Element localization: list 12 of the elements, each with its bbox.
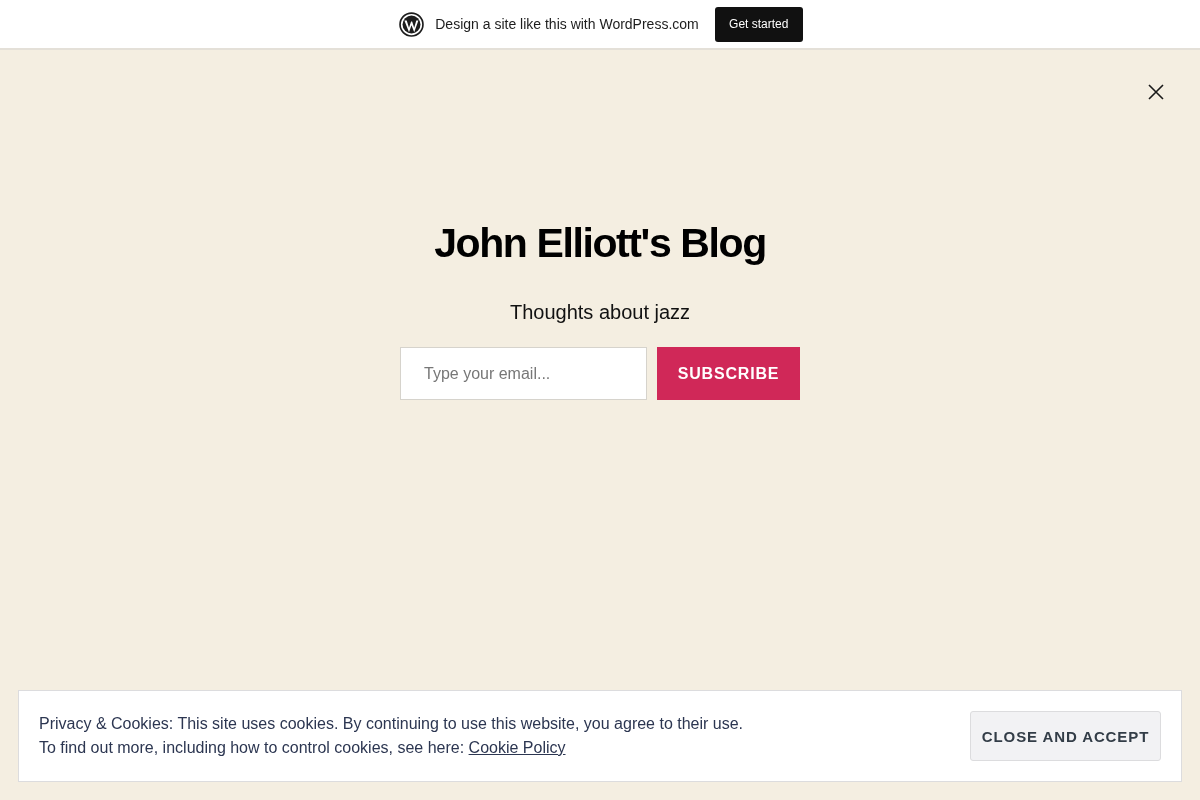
close-icon — [1148, 84, 1164, 100]
close-and-accept-button[interactable]: CLOSE AND ACCEPT — [970, 711, 1161, 761]
blog-tagline: Thoughts about jazz — [509, 300, 691, 325]
promo-text: Design a site like this with WordPress.com — [435, 16, 699, 32]
close-button[interactable] — [1148, 84, 1164, 100]
get-started-button[interactable]: Get started — [714, 6, 803, 42]
blog-title: John Elliott's Blog — [434, 219, 766, 267]
email-field[interactable]: Type your email... — [400, 347, 647, 400]
cookie-notice-text: Privacy & Cookies: This site uses cookies. By continuing to use this website, you agree to their use. To find out more, including how to control cookies, see here: Cookie Policy — [39, 714, 744, 758]
wordpress-logo-icon — [399, 11, 425, 37]
cookie-policy-link[interactable]: Cookie Policy — [468, 739, 566, 756]
subscribe-button[interactable]: SUBSCRIBE — [657, 347, 800, 400]
